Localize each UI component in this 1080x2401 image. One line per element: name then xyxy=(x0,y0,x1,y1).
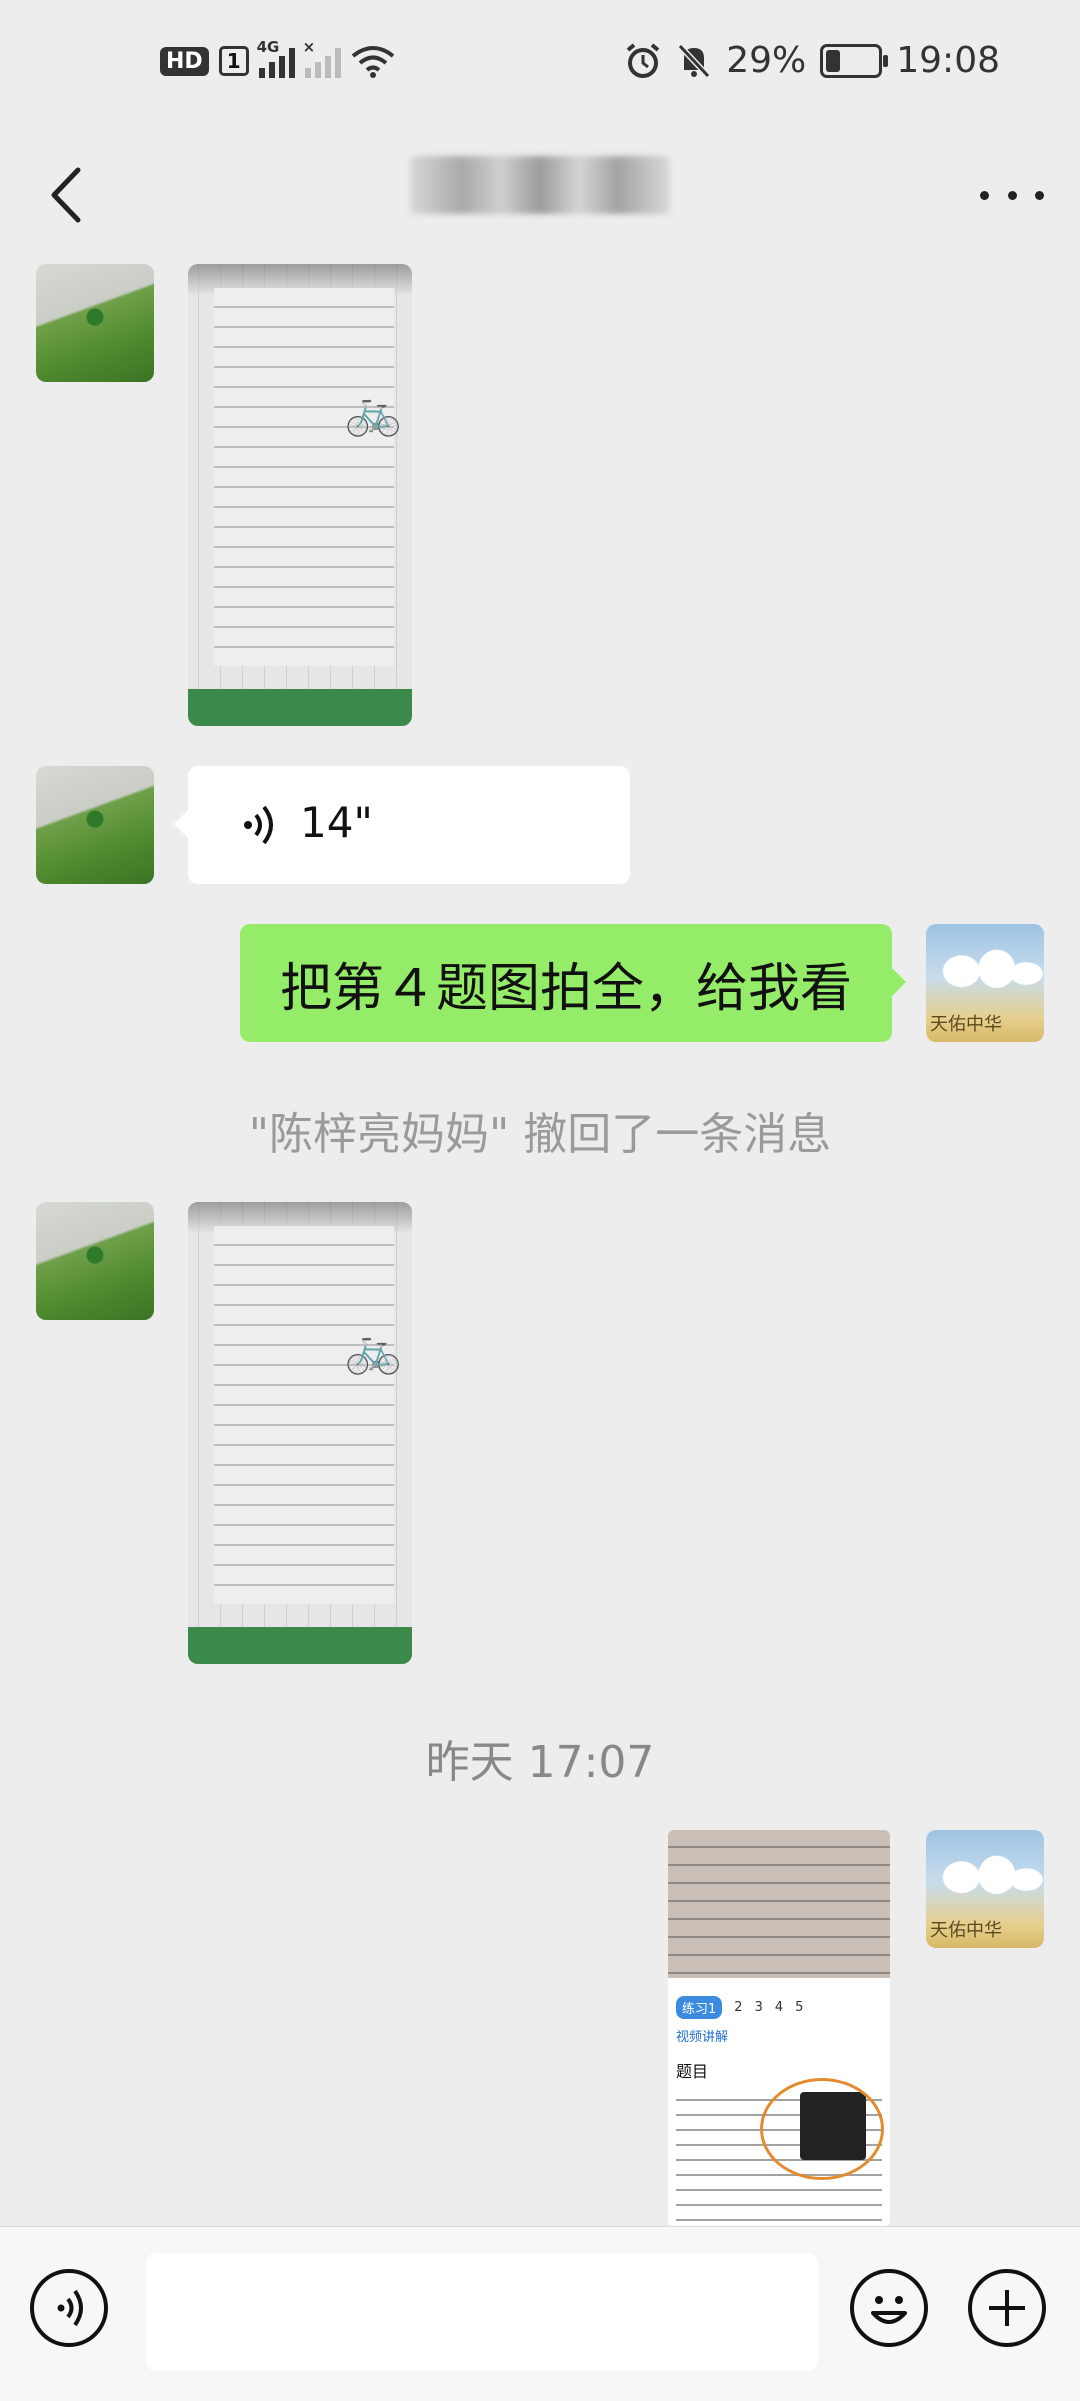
chevron-left-icon[interactable] xyxy=(38,160,98,230)
alarm-icon xyxy=(626,42,660,78)
video-label: 视频讲解 xyxy=(676,2030,729,2045)
avatar-self[interactable] xyxy=(926,924,1044,1042)
cell-signal-icon: 4G xyxy=(257,38,295,78)
image-message-screenshot[interactable]: 练习1 2 3 4 5 视频讲解 题目 xyxy=(668,1830,890,2226)
chat-title-blurred xyxy=(410,156,670,214)
emoji-icon[interactable] xyxy=(850,2269,928,2347)
status-right: 29% 19:08 xyxy=(624,40,1000,81)
message-text: 把第４题图拍全，给我看 xyxy=(279,958,852,1019)
sent-text-message[interactable]: 把第４题图拍全，给我看 xyxy=(239,924,907,1042)
timestamp: 昨天 17:07 xyxy=(425,1737,655,1788)
voice-duration: 14" xyxy=(300,798,373,847)
image-message[interactable]: 🚲 xyxy=(188,1202,412,1664)
clock: 19:08 xyxy=(896,40,1000,81)
avatar-contact[interactable] xyxy=(36,766,154,884)
voice-message[interactable]: 14" xyxy=(174,766,630,884)
status-bar: HD 1 4G × 29% 19:08 xyxy=(0,0,1080,140)
message-input[interactable] xyxy=(146,2253,818,2371)
status-left: HD 1 4G × xyxy=(160,38,395,78)
sim-badge: 1 xyxy=(218,46,249,76)
voice-input-icon[interactable] xyxy=(30,2269,108,2347)
ellipsis-icon[interactable] xyxy=(980,170,1044,220)
battery-percent: 29% xyxy=(726,40,807,81)
chat-header xyxy=(0,140,1080,250)
avatar-contact[interactable] xyxy=(36,1202,154,1320)
screenshot-tabs: 练习1 2 3 4 5 xyxy=(676,1996,803,2019)
cell-signal-2-icon: × xyxy=(303,38,341,78)
voice-wave-icon xyxy=(244,805,273,845)
image-message[interactable]: 🚲 xyxy=(188,264,412,726)
recall-notice: "陈梓亮妈妈" 撤回了一条消息 xyxy=(248,1109,832,1160)
plus-icon[interactable] xyxy=(968,2269,1046,2347)
battery-icon xyxy=(820,43,889,78)
avatar-contact[interactable] xyxy=(36,264,154,382)
mute-bell-icon xyxy=(678,43,711,78)
avatar-self[interactable] xyxy=(926,1830,1044,1948)
section-title: 题目 xyxy=(676,2062,709,2081)
hd-badge: HD xyxy=(160,46,209,76)
input-bar xyxy=(0,2226,1080,2401)
wifi-icon xyxy=(351,46,394,78)
